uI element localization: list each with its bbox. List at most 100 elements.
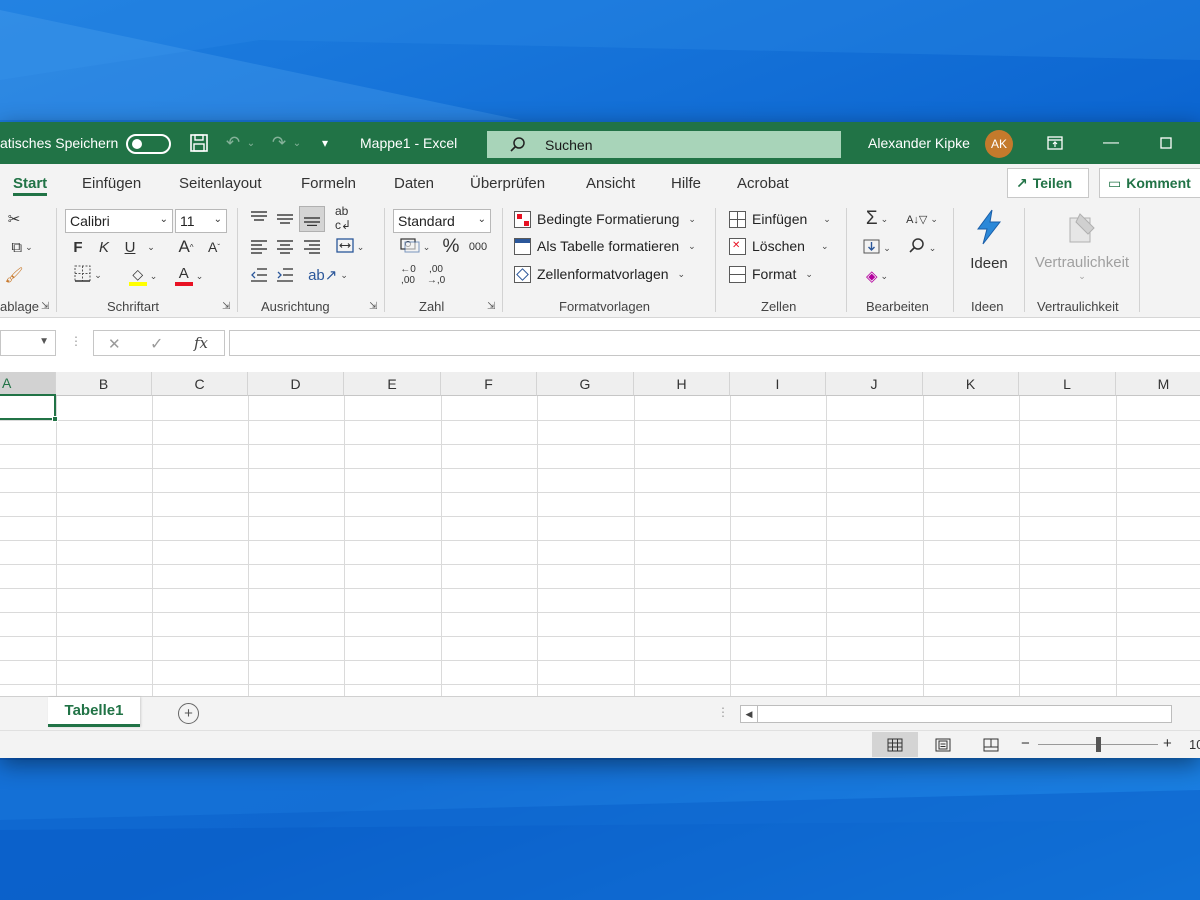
merge-center-button[interactable]: ⌄ [330,236,370,258]
align-top-icon[interactable] [248,207,270,229]
zoom-in-button[interactable]: + [1163,735,1172,752]
increase-decimal-button[interactable]: ←0 ,00 [396,262,420,288]
sort-filter-button[interactable]: A↓▽ ⌄ [902,207,942,231]
borders-button[interactable]: ⌄ [66,264,110,286]
page-layout-view-icon[interactable] [920,732,966,757]
conditional-formatting-button[interactable]: Bedingte Formatierung ⌄ [514,208,696,230]
tab-seitenlayout[interactable]: Seitenlayout [179,164,262,202]
avatar[interactable]: AK [985,130,1013,158]
scroll-left-icon[interactable]: ◀ [741,706,758,722]
sheet-tab-tabelle1[interactable]: Tabelle1 [48,697,140,727]
font-size-dropdown[interactable]: 11 ⌄ [175,209,227,233]
spreadsheet-grid[interactable]: A B C D E F G H I J K L M [0,372,1200,696]
redo-dropdown-icon[interactable]: ⌄ [290,132,304,154]
tab-splitter[interactable]: ⋮ [717,705,729,719]
undo-icon[interactable]: ↶ [222,132,244,154]
fill-handle[interactable] [52,416,58,422]
maximize-icon[interactable] [1141,122,1191,164]
column-header-j[interactable]: J [826,372,923,396]
cell-styles-button[interactable]: Zellenformatvorlagen ⌄ [514,263,685,285]
page-break-view-icon[interactable] [968,732,1014,757]
column-header-k[interactable]: K [923,372,1019,396]
increase-indent-icon[interactable] [274,264,296,286]
ideas-button[interactable]: Ideen [962,206,1016,274]
undo-dropdown-icon[interactable]: ⌄ [244,132,258,154]
column-header-a[interactable]: A [0,372,56,396]
find-select-button[interactable]: ⌄ [902,236,942,260]
alignment-launcher-icon[interactable]: ⇲ [369,301,377,312]
horizontal-scrollbar[interactable]: ◀ [740,705,1172,723]
autosum-button[interactable]: Σ ⌄ [858,207,896,231]
autosave-toggle[interactable] [126,134,171,154]
column-header-d[interactable]: D [248,372,344,396]
align-left-icon[interactable] [248,236,270,258]
clipboard-launcher-icon[interactable]: ⇲ [41,301,49,312]
bold-button[interactable]: F [68,236,88,258]
align-right-icon[interactable] [301,236,323,258]
zoom-slider-thumb[interactable] [1096,737,1101,752]
zoom-level[interactable]: 10 [1189,737,1200,752]
column-header-c[interactable]: C [152,372,248,396]
minimize-icon[interactable]: — [1086,122,1136,164]
formula-input[interactable] [229,330,1200,356]
search-box[interactable]: Suchen [487,131,841,158]
user-name[interactable]: Alexander Kipke [868,122,970,164]
redo-icon[interactable]: ↷ [268,132,290,154]
tab-einfuegen[interactable]: Einfügen [82,164,141,202]
clear-button[interactable]: ◈ ⌄ [858,264,896,288]
percent-button[interactable]: % [440,236,462,258]
number-launcher-icon[interactable]: ⇲ [487,301,495,312]
shrink-font-button[interactable]: Aˇ [203,236,225,258]
format-as-table-button[interactable]: Als Tabelle formatieren ⌄ [514,235,696,257]
name-box[interactable]: ▼ [0,330,56,356]
normal-view-icon[interactable] [872,732,918,757]
cut-icon[interactable]: ✂ [4,208,24,230]
copy-icon[interactable]: ⧉ ⌄ [2,236,42,258]
accounting-format-button[interactable]: ⌄ [395,236,435,258]
align-center-icon[interactable] [274,236,296,258]
thousands-separator-button[interactable]: 000 [466,236,490,258]
font-name-dropdown[interactable]: Calibri ⌄ [65,209,173,233]
save-icon[interactable] [188,132,210,154]
font-color-button[interactable]: A ⌄ [168,264,210,288]
format-cells-button[interactable]: Format ⌄ [729,263,813,285]
grow-font-button[interactable]: A ^ [175,236,197,258]
underline-dropdown-icon[interactable]: ⌄ [142,236,160,258]
decrease-decimal-button[interactable]: ,00 →,0 [424,262,448,288]
font-launcher-icon[interactable]: ⇲ [222,301,230,312]
tab-acrobat[interactable]: Acrobat [737,164,789,202]
zoom-out-button[interactable]: − [1021,735,1030,752]
wrap-text-icon[interactable]: ab c↲ [332,204,354,232]
confirm-icon[interactable]: ✓ [150,334,163,354]
tab-ueberpruefen[interactable]: Überprüfen [470,164,545,202]
orientation-button[interactable]: ab↗ ⌄ [308,264,348,286]
tab-ansicht[interactable]: Ansicht [586,164,635,202]
selected-cell[interactable] [0,394,58,422]
decrease-indent-icon[interactable] [248,264,270,286]
add-sheet-icon[interactable]: + [178,703,199,724]
insert-function-icon[interactable]: fx [194,334,208,352]
align-middle-icon[interactable] [274,207,296,229]
number-format-dropdown[interactable]: Standard ⌄ [393,209,491,233]
format-painter-icon[interactable]: 🖌 [2,264,26,286]
column-header-b[interactable]: B [56,372,152,396]
tab-hilfe[interactable]: Hilfe [671,164,701,202]
tab-daten[interactable]: Daten [394,164,434,202]
column-header-h[interactable]: H [634,372,730,396]
column-header-g[interactable]: G [537,372,634,396]
column-header-e[interactable]: E [344,372,441,396]
formula-bar-splitter[interactable]: ⋮ [70,334,82,348]
column-header-i[interactable]: I [730,372,826,396]
comments-button[interactable]: ▭ Komment [1099,168,1200,198]
italic-button[interactable]: K [94,236,114,258]
fill-button[interactable]: ⌄ [858,236,896,260]
column-header-l[interactable]: L [1019,372,1116,396]
tab-start[interactable]: Start [13,164,48,202]
tab-formeln[interactable]: Formeln [301,164,356,202]
insert-cells-button[interactable]: Einfügen ⌄ [729,208,831,230]
delete-cells-button[interactable]: ✕ Löschen ⌄ [729,235,828,257]
underline-button[interactable]: U [120,236,140,258]
align-bottom-icon[interactable] [299,206,325,232]
ribbon-display-options-icon[interactable] [1030,122,1080,164]
fill-color-button[interactable]: ◇ ⌄ [122,264,164,288]
